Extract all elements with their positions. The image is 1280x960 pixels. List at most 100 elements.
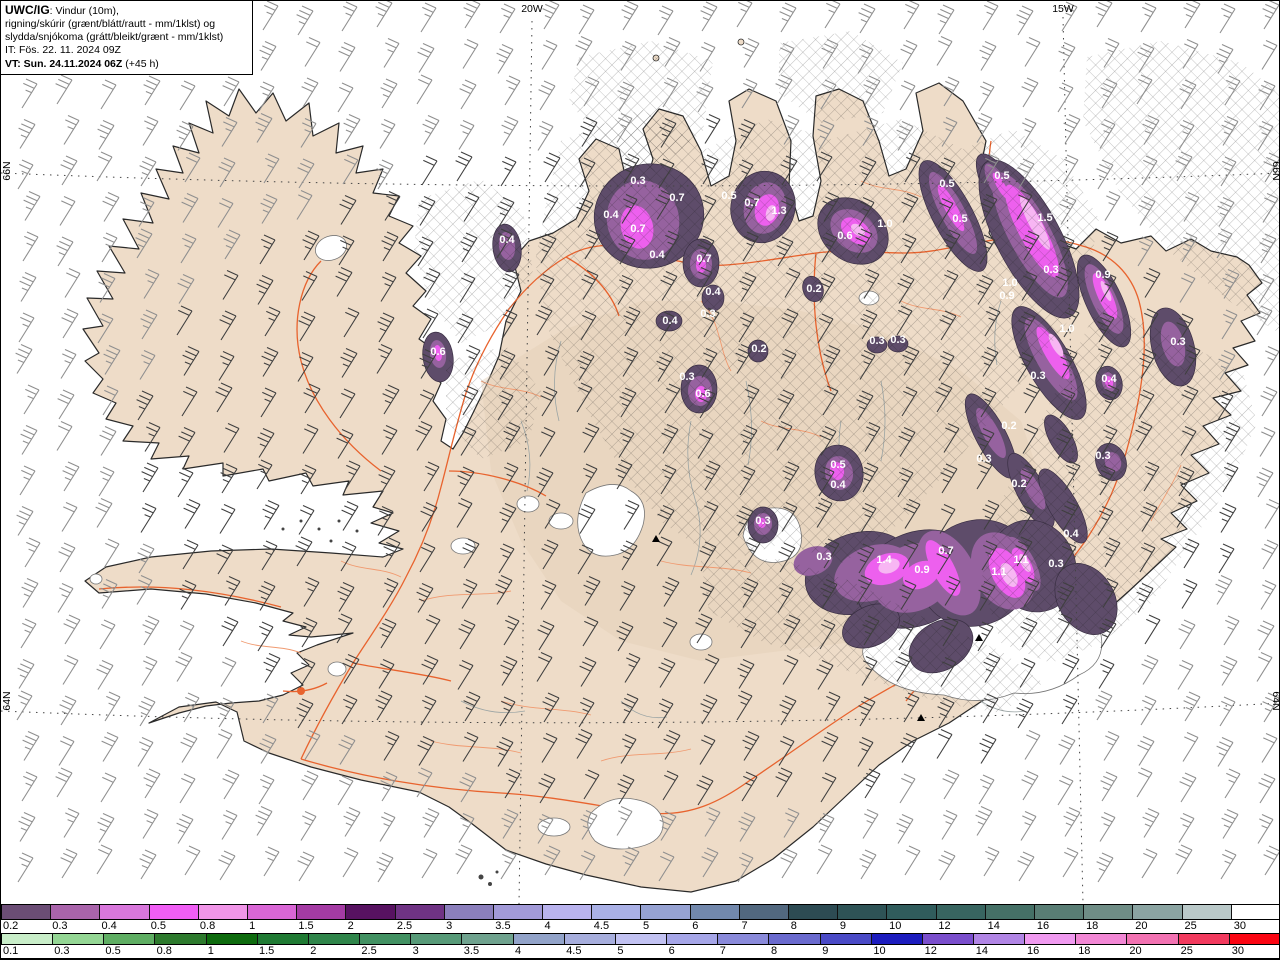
precip-value-label: 1.4 [876,554,892,566]
colorbar-segment [444,905,494,919]
precip-value-label: 0.2 [1001,420,1016,432]
precip-value-label: 0.3 [630,175,645,187]
colorbar-segment [887,905,937,919]
colorbar-tick-label: 12 [938,920,951,932]
colorbar-tick-label: 8 [790,920,797,932]
colorbar-rain-labels: 0.1 0.3 0.5 0.8 1 1.5 2 2.5 3 3.5 4 4.5 5 6 7 8 9 10 12 14 1… [1,945,1279,958]
colorbar-tick-label: 18 [1078,945,1091,957]
precip-value-label: 0.3 [1048,558,1063,570]
colorbar-tick-label: 20 [1135,920,1148,932]
colorbar-tick-label: 5 [617,945,624,957]
colorbar-tick-label: 2 [347,920,354,932]
precip-value-label: 0.7 [744,197,759,209]
precip-value-label: 0.9 [1095,269,1110,281]
colorbar-segment [543,905,593,919]
colorbar-segment [973,934,1026,944]
colorbar-tick-label: 16 [1036,920,1050,932]
colorbar-tick-label: 4.5 [566,945,582,957]
colorbar-tick-label: 4.5 [593,920,610,932]
info-box-title: UWC/IG: Vindur (10m), [5,3,119,17]
colorbar-segment [198,905,248,919]
colorbar-segment [297,905,347,919]
precip-value-label: 0.4 [649,249,665,261]
colorbar-tick-label: 7 [741,920,748,932]
coordinate-label: 64N [1270,691,1280,710]
info-box-line3: slydda/snjókoma (grátt/bleikt/grænt - mm… [5,31,224,44]
precip-value-label: 0.5 [830,459,845,471]
info-box-line2: rigning/skúrir (grænt/blátt/rautt - mm/1… [5,18,216,31]
colorbar-segment [871,934,923,944]
colorbar-tick-label: 14 [987,920,1000,932]
colorbar-tick-label: 2 [310,945,317,957]
colorbar-tick-label: 0.1 [3,945,19,957]
precip-value-label: 0.2 [751,343,766,355]
info-box: UWC/IG: Vindur (10m), rigning/skúrir (gr… [1,1,253,75]
colorbar-segment [155,934,207,944]
precip-value-label: 1.1 [1013,554,1028,566]
colorbar-segment [1231,905,1279,919]
colorbar-tick-label: 5 [643,920,650,932]
precip-value-label: 1.0 [1002,277,1017,289]
precip-value-label: 1.0 [1059,323,1074,335]
colorbar-segment [789,905,839,919]
colorbar-segment [1127,934,1179,944]
colorbar-segment [690,905,740,919]
colorbar-tick-label: 9 [822,945,829,957]
precip-value-label: 0.5 [939,178,954,190]
colorbar-tick-label: 0.8 [199,920,216,932]
precip-value-label: 0.5 [994,170,1009,182]
colorbar-segment [1178,934,1230,944]
precip-value-label: 0.6 [430,346,445,358]
colorbar-segment [411,934,463,944]
colorbar-tick-label: 0.5 [105,945,121,957]
colorbar-rain [1,933,1279,945]
colorbar-tick-label: 14 [975,945,989,957]
precip-value-label: 0.4 [830,479,846,491]
coordinate-label: 15W [1052,3,1074,15]
colorbar-segment [346,905,396,919]
colorbar-segment [1084,905,1134,919]
colorbar-segment [1229,934,1279,944]
precip-value-label: 0.3 [869,335,884,347]
colorbar-segment [395,905,445,919]
weather-map-stage: 0.3 0.7 0.4 0.7 0.5 0.7 1.3 0.4 0.7 0.4 0.6 1.0 0.2 0… [0,0,1280,960]
precip-value-label: 0.3 [1043,264,1058,276]
colorbar-segment [2,934,54,944]
precip-value-label: 0.3 [1095,450,1110,462]
colorbar-tick-label: 16 [1027,945,1040,957]
precip-value-label: 0.4 [705,286,721,298]
precip-value-label: 1.0 [877,218,892,230]
colorbar-segment [592,905,642,919]
colorbar-segment [206,934,258,944]
colorbar-tick-label: 12 [924,945,937,957]
colorbar-segment [1076,934,1128,944]
colorbar-tick-label: 3 [412,945,419,957]
colorbar-tick-label: 0.4 [101,920,117,932]
colorbar-tick-label: 6 [692,920,699,932]
precip-value-label: 0.6 [837,230,852,242]
precip-value-label: 0.5 [952,213,967,225]
colorbar-segment [149,905,199,919]
colorbar-segment [257,934,309,944]
colorbar-segment [2,905,52,919]
colorbar-tick-label: 18 [1086,920,1099,932]
colorbar-segment [53,934,105,944]
colorbar-tick-label: 10 [873,945,886,957]
coordinate-label: 20W [521,3,543,15]
precip-value-label: 0.6 [695,388,710,400]
colorbar-tick-label: 1 [249,920,256,932]
colorbar-segment [936,905,986,919]
precip-value-label: 0.3 [890,334,905,346]
precip-value-label: 0.3 [1030,370,1045,382]
colorbar-tick-label: 2.5 [361,945,377,957]
colorbar-tick-label: 2.5 [396,920,413,932]
colorbar-segment [247,905,298,919]
colorbar-tick-label: 8 [771,945,778,957]
colorbar-segment [308,934,361,944]
colorbar-segment [1133,905,1183,919]
colorbar-segment [564,934,616,944]
colorbar-segment [718,934,770,944]
colorbar-segment [1034,905,1085,919]
precip-value-label: 0.7 [938,545,953,557]
precip-value-label: 1.5 [1037,212,1052,224]
